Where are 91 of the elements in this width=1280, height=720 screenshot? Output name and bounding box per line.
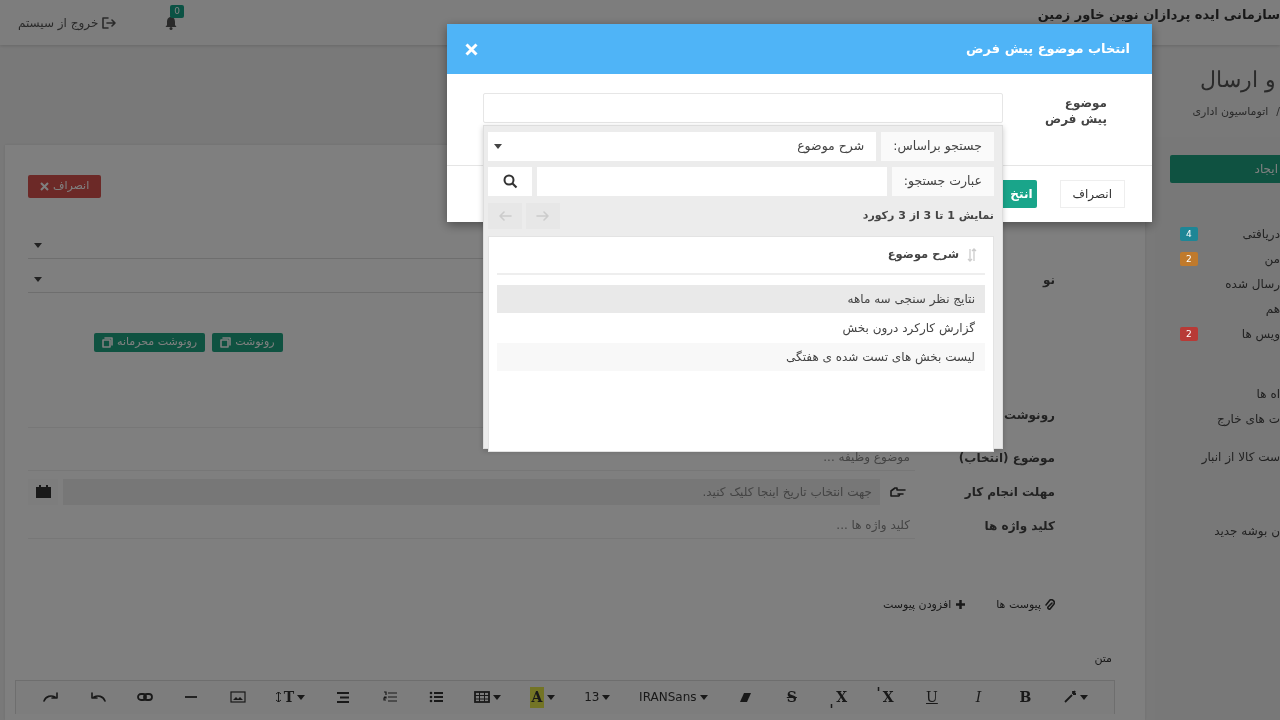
record-count: نمایش 1 تا 3 از 3 رکورد [862,207,994,224]
cc-button[interactable]: رونوشت [212,333,283,352]
close-icon [40,181,49,191]
add-attachment-button[interactable]: افزودن پیوست [883,596,967,613]
font-tool-button[interactable]: IRANSans [635,686,712,708]
italic-tool-button[interactable]: I [965,684,992,710]
table-row[interactable]: لیست بخش های تست شده ی هفتگی [497,343,985,371]
caret-icon [34,276,42,282]
table-row[interactable]: نتایج نظر سنجی سه ماهه [497,285,985,313]
breadcrumb-separator: / [1276,104,1280,120]
superscript-tool-button[interactable]: X [872,684,899,710]
sidebar-item-label: ت های خارج [1217,410,1280,428]
close-icon [465,42,478,56]
count-badge: 2 [1180,251,1198,266]
sidebar-item[interactable]: ن بوشه جدید [1155,518,1280,543]
sidebar-item-label: ست کالا از انبار [1201,448,1280,466]
count-badge: 4 [1180,226,1198,241]
horizontal-rule-icon [185,695,198,699]
search-term-label: عبارت جستجو: [891,167,994,196]
page-title: و ارسال [1199,66,1277,95]
superscript-mark-icon [876,686,880,691]
sidebar-item[interactable]: هم [1155,296,1280,321]
column-header[interactable]: شرح موضوع [887,246,959,264]
numbered-list-icon [382,691,397,703]
subscript-tool-button[interactable]: X [825,684,852,710]
search-button[interactable] [488,167,532,196]
size-tool-button[interactable]: 13 [580,686,615,708]
count-badge: 2 [1180,326,1198,341]
sidebar-item-label: رسال شده [1225,275,1280,293]
copy-icon [220,337,232,348]
organization-name: سازمانی ایده پردازان نوین خاور زمین [1037,5,1280,24]
underline-tool-button[interactable]: U [918,684,945,710]
sidebar-item[interactable]: ت های خارج [1155,406,1280,431]
bell-icon [164,16,179,30]
height-tool-button[interactable]: T [271,684,310,710]
create-button[interactable]: ایجاد [1170,155,1280,183]
calendar-icon [35,485,51,498]
highlight-tool-button[interactable]: A [525,684,560,710]
strike-tool-button[interactable]: S [778,684,805,710]
search-icon [502,174,518,189]
field-label: کلید واژه ها [984,518,1055,533]
link-icon [136,692,153,702]
image-icon [230,691,246,703]
sidebar-item-label: دریافتی [1242,225,1280,243]
magic-wand-icon [1063,690,1077,704]
cancel-button[interactable]: انصراف [1059,180,1125,208]
table-icon [473,691,490,703]
undo-icon [89,692,106,702]
paperclip-icon [1045,598,1055,611]
sort-icon [967,248,977,262]
field-label: نو [1042,272,1055,287]
subscript-mark-icon [830,703,834,708]
table-row[interactable]: گزارش کارکرد درون بخش [497,314,985,342]
bold-tool-button[interactable]: B [1012,684,1039,710]
caret-icon [494,144,502,149]
sidebar-item[interactable]: اه ها [1155,381,1280,406]
modal-title: انتخاب موضوع پیش فرض [966,40,1130,59]
field-label: موضوع (انتخاب) [958,450,1055,465]
left-arrow-icon [498,210,512,222]
field-label: رونوشت [1004,407,1055,422]
sidebar-item-label: اه ها [1256,385,1280,403]
sidebar-item-label: هم [1265,300,1280,318]
input-field[interactable]: کلید واژه ها ... [28,512,915,539]
plus-icon [955,599,967,611]
bullet-list-icon [429,691,444,703]
field-label: موضوع پیش فرض [1044,95,1107,128]
sidebar-item-label: من [1264,250,1280,268]
sidebar-item[interactable]: ست کالا از انبار [1155,444,1280,469]
cancel-button[interactable]: انصراف [28,175,102,198]
redo-icon [43,692,60,702]
logout-icon [102,16,117,29]
body-label: متن [1093,651,1112,667]
copy-icon [102,337,113,348]
subject-input-field[interactable] [483,93,1003,123]
pointing-hand-icon [889,485,906,498]
sidebar-item[interactable]: رسال شده [1155,271,1280,296]
sidebar-item-label: ویس ها [1241,325,1280,343]
arrows-icon [275,692,281,702]
search-by-select[interactable]: شرح موضوع [488,132,877,161]
breadcrumb-link[interactable]: اتوماسیون اداری [1192,104,1269,121]
align-icon [336,691,350,703]
notification-badge: 0 [170,4,185,18]
eraser-icon [738,691,752,703]
sidebar-item-label: ن بوشه جدید [1214,522,1280,540]
caret-icon [34,242,42,248]
right-arrow-icon [536,210,550,222]
cc-button[interactable]: رونوشت محرمانه [94,333,206,352]
logout-link[interactable]: خروج از سیستم [18,13,117,32]
attachments-label: پیوست ها [996,596,1041,613]
search-by-label: جستجو براساس: [881,132,994,161]
field-label: مهلت انجام کار [964,484,1055,499]
